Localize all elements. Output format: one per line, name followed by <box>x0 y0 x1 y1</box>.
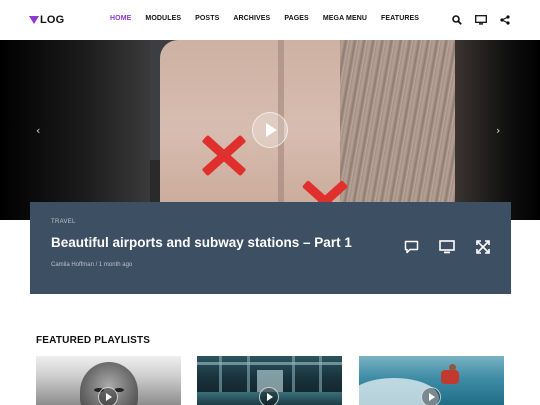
playlist-play-button[interactable] <box>259 387 279 405</box>
featured-playlists-heading: FEATURED PLAYLISTS <box>36 335 151 346</box>
playlist-play-button[interactable] <box>421 387 441 405</box>
nav-item-modules[interactable]: MODULES <box>145 15 181 22</box>
logo-v-mark <box>29 16 39 24</box>
hero-image-shadow-left <box>0 40 150 220</box>
post-info-panel: TRAVEL Beautiful airports and subway sta… <box>30 202 511 294</box>
site-header: LOG HOME MODULES POSTS ARCHIVES PAGES ME… <box>0 0 540 40</box>
playlist-play-button[interactable] <box>98 387 118 405</box>
post-meta: Camila Hoffman / 1 month ago <box>51 262 133 268</box>
play-icon <box>267 393 273 401</box>
panel-actions <box>402 238 492 256</box>
nav-item-features[interactable]: FEATURES <box>381 15 419 22</box>
play-icon <box>429 393 435 401</box>
site-logo[interactable]: LOG <box>29 14 64 26</box>
hero-slider[interactable]: ‹ › <box>0 40 540 220</box>
nav-item-posts[interactable]: POSTS <box>195 15 219 22</box>
playlist-thumbnail-surfer <box>441 370 459 384</box>
logo-text: LOG <box>40 14 65 26</box>
slider-next-arrow-icon[interactable]: › <box>496 124 500 137</box>
search-icon[interactable] <box>450 13 464 27</box>
playlist-card-1[interactable] <box>36 356 181 405</box>
nav-item-archives[interactable]: ARCHIVES <box>233 15 270 22</box>
share-icon[interactable] <box>498 13 512 27</box>
play-icon <box>266 123 277 137</box>
main-nav: HOME MODULES POSTS ARCHIVES PAGES MEGA M… <box>110 15 433 22</box>
nav-item-home[interactable]: HOME <box>110 15 131 22</box>
red-x-mark-left <box>198 125 250 177</box>
theater-mode-icon[interactable] <box>438 238 456 256</box>
monitor-icon[interactable] <box>474 13 488 27</box>
hero-play-button[interactable] <box>252 112 288 148</box>
playlist-card-3[interactable] <box>359 356 504 405</box>
slider-prev-arrow-icon[interactable]: ‹ <box>36 124 40 137</box>
expand-icon[interactable] <box>474 238 492 256</box>
hero-image-striped-shirt <box>340 40 460 220</box>
nav-item-pages[interactable]: PAGES <box>284 15 309 22</box>
playlist-card-2[interactable] <box>197 356 342 405</box>
play-icon <box>106 393 112 401</box>
comment-icon[interactable] <box>402 238 420 256</box>
header-icons <box>450 13 512 27</box>
post-title[interactable]: Beautiful airports and subway stations –… <box>51 235 352 250</box>
nav-item-mega-menu[interactable]: MEGA MENU <box>323 15 367 22</box>
post-category[interactable]: TRAVEL <box>51 219 76 225</box>
